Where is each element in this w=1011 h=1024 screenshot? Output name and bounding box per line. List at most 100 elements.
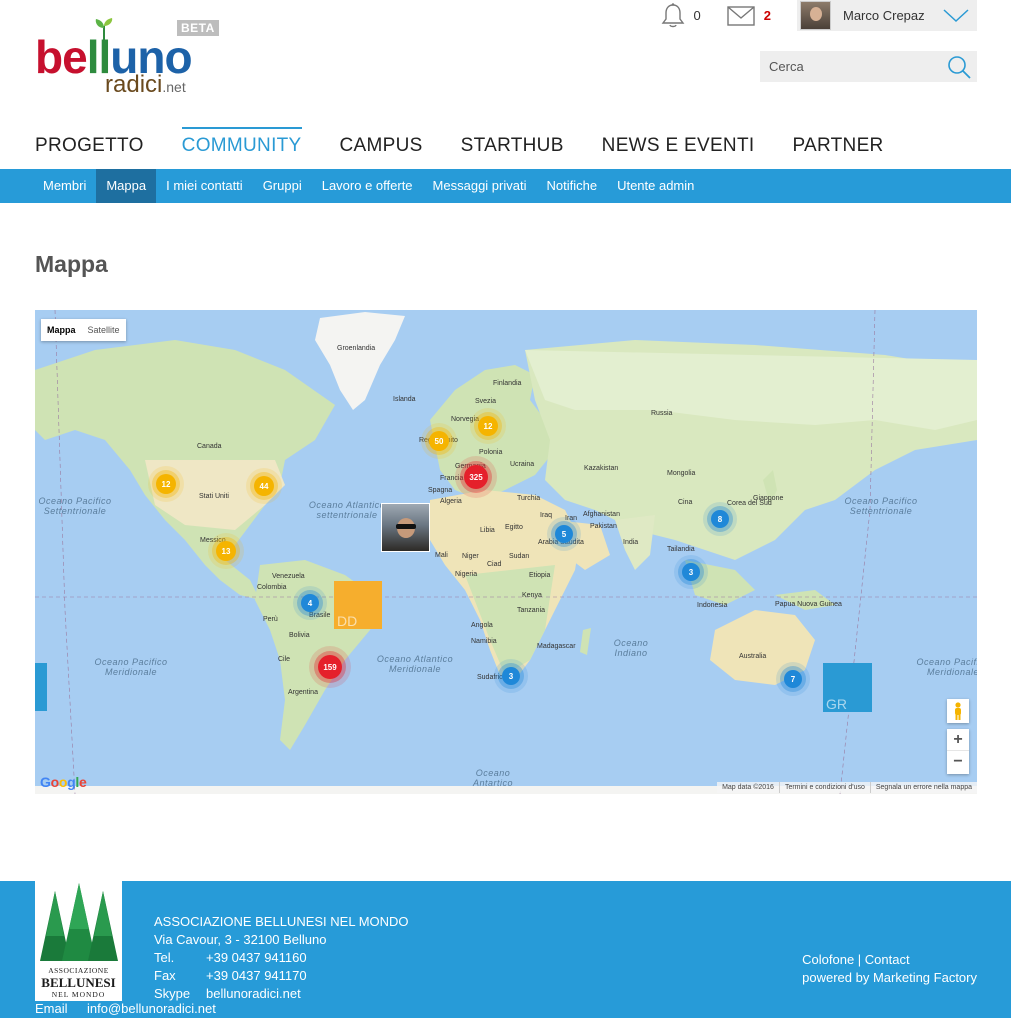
map-label: Namibia [471,638,497,645]
map-label: Iran [565,515,578,522]
footer-skype[interactable]: bellunoradici.net [206,985,301,1003]
map-label: Tailandia [667,546,695,553]
cluster-brazil-marker[interactable]: 4 [301,594,319,612]
subnav-membri[interactable]: Membri [33,169,96,203]
subnav-lavoro-offerte[interactable]: Lavoro e offerte [312,169,423,203]
map-label: Pakistan [590,523,617,530]
map-label: Argentina [288,689,318,696]
ocean-label: Oceano Pacifico Meridionale [916,657,977,677]
ocean-label: Oceano Pacifico Settentrionale [38,496,112,516]
map-label: Kazakistan [584,465,619,472]
nav-community[interactable]: COMMUNITY [181,127,302,167]
cluster-middle-east-marker[interactable]: 5 [555,525,573,543]
map-label: Sudan [509,553,530,560]
map-label: Norvegia [451,416,480,423]
subnav-messaggi-privati[interactable]: Messaggi privati [423,169,537,203]
footer-links: Colofone | Contact powered by Marketing … [802,951,977,987]
subnav-notifiche[interactable]: Notifiche [536,169,607,203]
cluster-usa-east-marker[interactable]: 44 [254,476,274,496]
footer-fax: +39 0437 941170 [206,968,307,983]
main-nav: PROGETTO COMMUNITY CAMPUS STARTHUB NEWS … [35,127,922,167]
messages-button[interactable]: 2 [727,5,771,26]
world-map[interactable]: Mappa Satellite Groenlandia Islanda Finl… [35,310,977,794]
notifications-count: 0 [693,8,701,23]
footer-email-row: Email info@bellunoradici.net [35,1001,216,1016]
map-label: Ciad [487,561,502,568]
nav-starthub[interactable]: STARTHUB [461,127,564,167]
site-footer: ASSOCIAZIONE BELLUNESI NEL MONDO ASSOCIA… [0,881,1011,1018]
map-terms-link[interactable]: Termini e condizioni d'uso [778,782,870,793]
search-box [760,51,977,82]
zoom-in-button[interactable]: + [947,729,969,751]
footer-email-label: Email [35,1001,68,1016]
user-photo-marker[interactable] [381,503,430,552]
nav-partner[interactable]: PARTNER [792,127,883,167]
map-label: Russia [651,410,673,417]
map-label: Perù [263,616,278,623]
cluster-southeast-asia-marker[interactable]: 3 [682,563,700,581]
zoom-out-button[interactable]: − [947,751,969,773]
subnav-utente-admin[interactable]: Utente admin [607,169,704,203]
ocean-label: Oceano Atlantico Meridionale [376,654,454,674]
cluster-argentina-marker[interactable]: 159 [318,655,342,679]
subnav-gruppi[interactable]: Gruppi [253,169,312,203]
pine-trees-icon [40,883,118,961]
cluster-china-marker[interactable]: 8 [711,510,729,528]
map-type-satellite-button[interactable]: Satellite [82,319,126,341]
map-label: Algeria [440,498,462,505]
bell-icon [661,2,684,27]
map-label: Francia [440,475,464,482]
footer-contact-info: ASSOCIAZIONE BELLUNESI NEL MONDO Via Cav… [154,913,409,1003]
cluster-australia-marker[interactable]: 7 [784,670,802,688]
map-report-error-link[interactable]: Segnala un errore nella mappa [869,782,977,793]
contact-link[interactable]: Contact [865,952,910,967]
map-label: Islanda [393,396,416,403]
orange-square-marker[interactable]: DD [334,581,382,629]
messages-count: 2 [763,8,771,23]
map-label: Stati Uniti [199,493,229,500]
nav-news-eventi[interactable]: NEWS E EVENTI [602,127,755,167]
subnav-mappa[interactable]: Mappa [96,169,157,203]
search-input[interactable] [769,59,939,74]
colofone-link[interactable]: Colofone [802,952,854,967]
pegman-icon [955,702,961,720]
blue-edge-marker[interactable] [35,663,47,711]
cluster-canada-west-marker[interactable]: 12 [156,474,176,494]
map-label: Giappone [753,495,784,502]
footer-email[interactable]: info@bellunoradici.net [87,1001,216,1016]
ocean-label: Oceano Atlantico settentrionale [308,500,386,520]
search-icon[interactable] [947,55,971,79]
ocean-label: Oceano Antartico [472,768,514,788]
map-label: Finlandia [493,380,522,387]
nav-campus[interactable]: CAMPUS [340,127,423,167]
footer-tel[interactable]: +39 0437 941160 [206,949,307,967]
nav-progetto[interactable]: PROGETTO [35,127,144,167]
map-data-credit: Map data ©2016 [722,784,774,791]
ocean-label: Oceano Pacifico Settentrionale [844,496,918,516]
map-label: Kenya [522,592,542,599]
blue-square-marker[interactable]: GR [823,663,872,712]
zoom-control: + − [947,729,969,774]
map-label: Spagna [428,487,453,494]
cluster-uk-marker[interactable]: 50 [429,431,449,451]
map-label: Svezia [475,398,497,405]
notifications-button[interactable]: 0 [661,2,701,29]
powered-by[interactable]: powered by Marketing Factory [802,969,977,987]
map-label: Indonesia [697,602,728,609]
footer-logo: ASSOCIAZIONE BELLUNESI NEL MONDO [35,881,122,1001]
map-label: Egitto [505,524,523,531]
map-label: Angola [471,622,493,629]
map-label: Libia [480,527,495,534]
user-menu[interactable]: Marco Crepaz [797,0,977,31]
cluster-mexico-marker[interactable]: 13 [216,541,236,561]
street-view-pegman[interactable] [947,699,969,723]
cluster-south-africa-marker[interactable]: 3 [502,667,520,685]
map-label: Tanzania [517,607,546,614]
envelope-icon [727,5,755,26]
orange-square-label: DD [337,613,358,629]
cluster-europe-marker[interactable]: 325 [464,465,488,489]
subnav-miei-contatti[interactable]: I miei contatti [156,169,253,203]
map-label: Iraq [540,512,553,519]
cluster-scandinavia-marker[interactable]: 12 [478,416,498,436]
map-type-map-button[interactable]: Mappa [41,319,82,341]
